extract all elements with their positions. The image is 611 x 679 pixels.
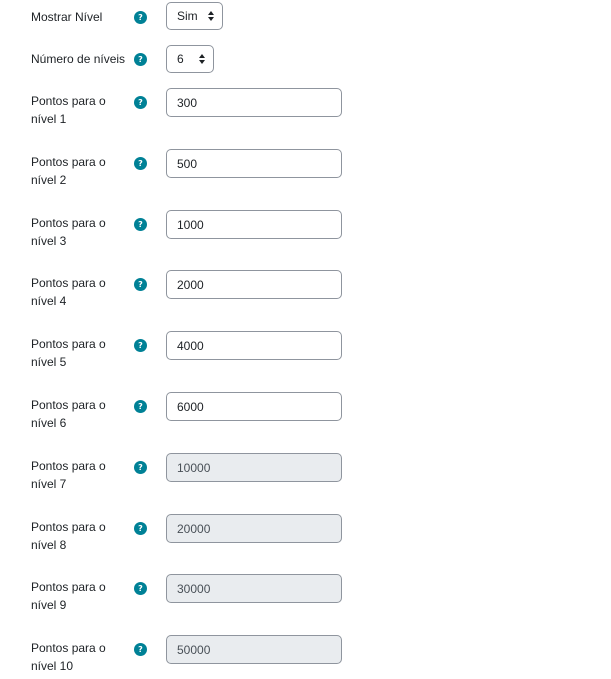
level-points-label-line2: nível 1 xyxy=(31,112,67,126)
help-icon[interactable]: ? xyxy=(134,278,147,291)
level-6-points-input[interactable] xyxy=(166,392,342,421)
level-points-label-line2: nível 8 xyxy=(31,538,67,552)
level-points-label: Pontos para o nível 5 xyxy=(31,335,129,371)
level-points-label: Pontos para o nível 6 xyxy=(31,396,129,432)
level-points-label: Pontos para o nível 4 xyxy=(31,274,129,310)
level-points-label: Pontos para o nível 8 xyxy=(31,518,129,554)
help-icon[interactable]: ? xyxy=(134,522,147,535)
help-icon[interactable]: ? xyxy=(134,96,147,109)
level-2-points-input[interactable] xyxy=(166,149,342,178)
help-icon[interactable]: ? xyxy=(134,157,147,170)
level-points-label-line2: nível 7 xyxy=(31,477,67,491)
level-points-label-line1: Pontos para o xyxy=(31,94,106,108)
level-points-label-line2: nível 5 xyxy=(31,355,67,369)
level-points-label-line2: nível 3 xyxy=(31,234,67,248)
level-points-label-line2: nível 2 xyxy=(31,173,67,187)
level-points-label-line2: nível 6 xyxy=(31,416,67,430)
level-points-label: Pontos para o nível 2 xyxy=(31,153,129,189)
level-points-label-line1: Pontos para o xyxy=(31,276,106,290)
num-levels-select-value: 6 xyxy=(177,52,184,66)
level-points-label: Pontos para o nível 9 xyxy=(31,578,129,614)
level-points-label-line1: Pontos para o xyxy=(31,641,106,655)
level-points-label-line1: Pontos para o xyxy=(31,580,106,594)
num-levels-label: Número de níveis xyxy=(31,52,126,66)
help-icon[interactable]: ? xyxy=(134,218,147,231)
show-level-select[interactable]: Sim xyxy=(166,2,223,30)
level-points-label-line1: Pontos para o xyxy=(31,398,106,412)
level-points-label-line1: Pontos para o xyxy=(31,155,106,169)
level-7-points-input xyxy=(166,453,342,482)
help-icon[interactable]: ? xyxy=(134,582,147,595)
level-8-points-input xyxy=(166,514,342,543)
show-level-select-value: Sim xyxy=(177,9,198,23)
help-icon[interactable]: ? xyxy=(134,11,147,24)
level-points-label-line2: nível 10 xyxy=(31,659,74,673)
level-points-label-line1: Pontos para o xyxy=(31,520,106,534)
level-10-points-input xyxy=(166,635,342,664)
num-levels-select[interactable]: 6 xyxy=(166,45,214,73)
help-icon[interactable]: ? xyxy=(134,643,147,656)
show-level-label: Mostrar Nível xyxy=(31,10,103,24)
level-points-label-line2: nível 9 xyxy=(31,598,67,612)
level-3-points-input[interactable] xyxy=(166,210,342,239)
level-9-points-input xyxy=(166,574,342,603)
level-points-label: Pontos para o nível 7 xyxy=(31,457,129,493)
help-icon[interactable]: ? xyxy=(134,53,147,66)
help-icon[interactable]: ? xyxy=(134,400,147,413)
level-1-points-input[interactable] xyxy=(166,88,342,117)
level-4-points-input[interactable] xyxy=(166,270,342,299)
level-points-label-line1: Pontos para o xyxy=(31,216,106,230)
level-points-label: Pontos para o nível 3 xyxy=(31,214,129,250)
level-points-label-line1: Pontos para o xyxy=(31,459,106,473)
level-points-label-line1: Pontos para o xyxy=(31,337,106,351)
level-5-points-input[interactable] xyxy=(166,331,342,360)
select-arrows-icon xyxy=(208,11,214,21)
level-points-label: Pontos para o nível 1 xyxy=(31,92,129,128)
help-icon[interactable]: ? xyxy=(134,339,147,352)
select-arrows-icon xyxy=(199,54,205,64)
help-icon[interactable]: ? xyxy=(134,461,147,474)
level-points-label-line2: nível 4 xyxy=(31,294,67,308)
level-points-label: Pontos para o nível 10 xyxy=(31,639,129,675)
